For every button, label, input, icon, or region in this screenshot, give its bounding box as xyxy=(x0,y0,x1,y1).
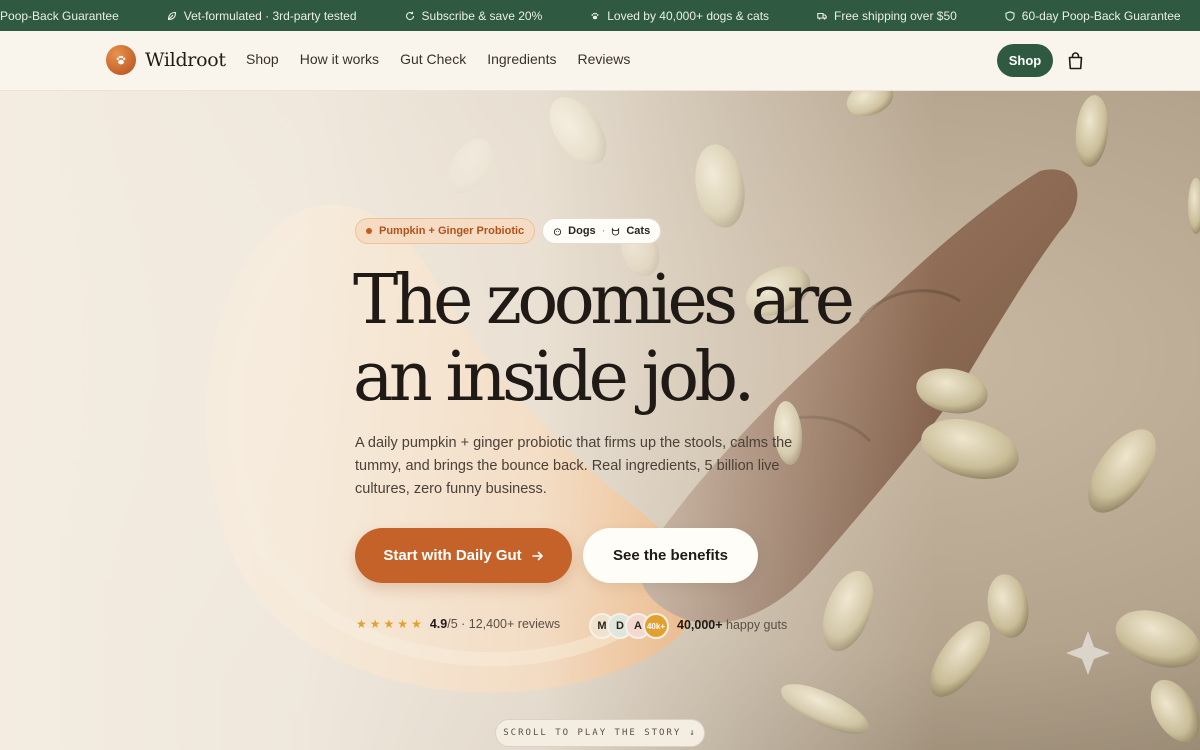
nav-link-ingredients[interactable]: Ingredients xyxy=(487,51,556,67)
rating-score: 4.9 xyxy=(429,617,448,631)
star-icon: ★ xyxy=(356,617,367,631)
badge-dot-icon xyxy=(366,228,372,234)
announcement-text: Subscribe & save 20% xyxy=(421,8,543,23)
cat-icon xyxy=(612,226,620,235)
announcement-item: Loved by 40,000+ dogs & cats xyxy=(590,9,769,23)
happy-guts-stat: 40,000+ happy guts xyxy=(677,618,787,632)
primary-cta-label: Start with Daily Gut xyxy=(383,547,522,564)
site-header: Wildroot Shop How it works Gut Check Ing… xyxy=(0,31,1200,91)
main-nav: Shop How it works Gut Check Ingredients … xyxy=(246,51,630,67)
rating-summary: ★ ★ ★ ★ ★ 4.9/5 · 12,400+ reviews xyxy=(356,617,560,631)
announcement-text: Vet-formulated · 3rd-party tested xyxy=(183,8,357,23)
headline-line-1: The zoomies are xyxy=(353,261,855,340)
announcement-item: 60-day Poop-Back Guarantee xyxy=(0,9,119,23)
nav-link-reviews[interactable]: Reviews xyxy=(577,51,630,67)
brand-logo[interactable]: Wildroot xyxy=(106,45,226,75)
announcement-item: Subscribe & save 20% xyxy=(405,8,543,23)
review-count: · 12,400+ reviews xyxy=(461,617,561,631)
see-benefits-button[interactable]: See the benefits xyxy=(583,528,758,583)
dog-icon xyxy=(554,227,562,236)
announcement-bar: 60-day Poop-Back Guarantee Vet-formulated… xyxy=(0,0,1200,31)
shield-icon xyxy=(1005,10,1015,21)
headline-line-2: an inside job. xyxy=(353,338,755,417)
happy-count: 40,000+ xyxy=(677,618,723,632)
announcement-item: Vet-formulated · 3rd-party tested xyxy=(167,9,357,23)
avatar-count: 40k+ xyxy=(643,613,669,639)
announcement-text: 60-day Poop-Back Guarantee xyxy=(0,8,119,23)
paw-logo-icon xyxy=(106,45,136,75)
product-badge-label: Pumpkin + Ginger Probiotic xyxy=(379,225,525,237)
star-icon: ★ xyxy=(397,617,409,631)
brand-name: Wildroot xyxy=(145,49,226,71)
star-rating: ★ ★ ★ ★ ★ xyxy=(356,617,422,631)
scroll-hint-button[interactable]: SCROLL TO PLAY THE STORY ↓ xyxy=(495,719,705,747)
leaf-icon xyxy=(167,11,176,20)
start-daily-gut-button[interactable]: Start with Daily Gut xyxy=(355,528,572,583)
star-icon: ★ xyxy=(369,617,381,631)
hero-description: A daily pumpkin + ginger probiotic that … xyxy=(355,435,793,497)
customer-avatars: M D A 40k+ xyxy=(589,613,669,639)
announcement-item: Free shipping over $50 xyxy=(817,9,957,23)
hero-fade-overlay xyxy=(0,91,1200,750)
star-icon: ★ xyxy=(411,617,422,631)
species-dogs: Dogs xyxy=(568,225,596,237)
announcement-text: 60-day Poop-Back Guarantee xyxy=(1021,8,1181,23)
nav-link-how-it-works[interactable]: How it works xyxy=(300,51,379,67)
announcement-text: Free shipping over $50 xyxy=(834,8,957,23)
shop-button[interactable]: Shop xyxy=(997,44,1053,77)
announcement-item: 60-day Poop-Back Guarantee xyxy=(1005,9,1181,23)
arrow-down-icon: ↓ xyxy=(689,728,697,738)
hero-section xyxy=(0,91,1200,750)
species-separator: · xyxy=(601,225,606,237)
species-cats: Cats xyxy=(626,225,651,237)
nav-link-gut-check[interactable]: Gut Check xyxy=(400,51,466,67)
announcement-text: Loved by 40,000+ dogs & cats xyxy=(607,8,770,23)
arrow-right-icon xyxy=(531,551,543,560)
species-badge: Dogs · Cats xyxy=(542,218,662,244)
nav-link-shop[interactable]: Shop xyxy=(246,51,279,67)
product-badge: Pumpkin + Ginger Probiotic xyxy=(355,218,536,244)
hero-tags: Pumpkin + Ginger Probiotic Dogs · Cats xyxy=(355,218,662,244)
star-icon: ★ xyxy=(383,617,395,631)
truck-icon xyxy=(817,12,827,20)
rating-text: 4.9/5 · 12,400+ reviews xyxy=(430,617,560,631)
announcement-track: 60-day Poop-Back Guarantee Vet-formulated… xyxy=(0,0,1200,31)
happy-label: happy guts xyxy=(726,618,788,632)
shopping-bag-icon[interactable] xyxy=(1067,52,1084,70)
refresh-icon xyxy=(405,11,414,20)
hero-headline: The zoomies are an inside job. xyxy=(353,262,913,416)
paw-icon xyxy=(591,12,599,19)
scroll-hint-label: SCROLL TO PLAY THE STORY xyxy=(503,728,682,738)
rating-scale: /5 xyxy=(447,617,458,631)
